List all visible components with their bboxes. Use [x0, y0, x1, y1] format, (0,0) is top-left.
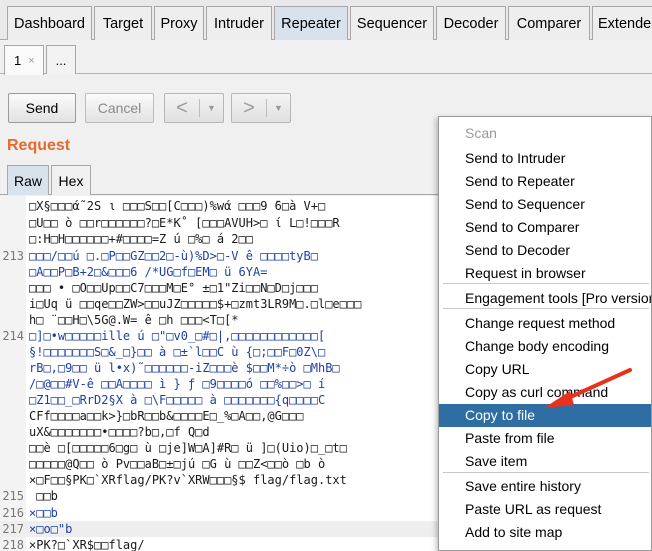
line-text: □□b: [29, 489, 58, 503]
line-number: 216: [2, 506, 24, 520]
menu-item-scan: Scan: [465, 125, 497, 141]
tab-comparer[interactable]: Comparer: [508, 6, 590, 40]
tab-decoder[interactable]: Decoder: [436, 6, 506, 40]
line-text: □□□/□□ú □.□P□□GZ□□2□-ù)%D>□-V ê □□□□tyB□: [29, 249, 318, 263]
line-text: □□□□□@Q□□ ò Pv□□aB□±□jú □G ù □□Z<□□ò □b …: [29, 457, 326, 471]
menu-separator: [443, 283, 649, 284]
line-text: ×PK?□`XR$□□flag/: [29, 538, 145, 551]
subtab-1-label: 1: [14, 53, 22, 68]
line-text: □Z1□□_□RrD2§X à □\F□□□□□ à □□□□□□□{q□□□□…: [29, 393, 326, 407]
menu-item-change-request-method[interactable]: Change request method: [439, 312, 651, 335]
menu-item-engagement-tools-pro-version-only[interactable]: Engagement tools [Pro version only]: [439, 287, 651, 310]
menu-item-send-to-decoder[interactable]: Send to Decoder: [439, 239, 651, 262]
line-text: □□è □[□□□□□6□g□ ù □je]W□A]#R□ ü ]□(Uio)□…: [29, 441, 347, 455]
line-text: uX&□□□□□□□•□□□□?b□,□f Q□d: [29, 425, 210, 439]
line-text: □]□•w□□□□□ille ú □"□v0_□#□|,□□□□□□□□□□□□…: [29, 329, 326, 343]
tab-raw[interactable]: Raw: [7, 165, 49, 195]
request-title: Request: [7, 137, 71, 154]
tab-target[interactable]: Target: [94, 6, 152, 40]
menu-item-copy-to-file[interactable]: Copy to file: [439, 404, 651, 427]
menu-item-send-to-comparer[interactable]: Send to Comparer: [439, 216, 651, 239]
menu-separator: [443, 308, 649, 309]
context-menu: Scan Send to Intruder Send to Repeater Send…: [438, 116, 652, 551]
menu-item-send-to-intruder[interactable]: Send to Intruder: [439, 147, 651, 170]
line-text: □□□ • □O□□Up□□C7□□□M□E° ±□1"Zi□□N□D□j□□□: [29, 281, 318, 295]
menu-item-send-to-repeater[interactable]: Send to Repeater: [439, 170, 651, 193]
tab-dashboard[interactable]: Dashboard: [7, 6, 92, 40]
line-text: □:H□H□□□□□□+#□□□□=Z ú □%□ á 2□□: [29, 232, 253, 246]
menu-item-save-item[interactable]: Save item: [439, 450, 651, 473]
chevron-down-icon[interactable]: ▼: [267, 103, 290, 113]
line-number: 215: [2, 489, 24, 503]
line-text: □U□□ ò □□r□□□□□□?□E*K˚ [□□□AVUH>□ ί L□!□…: [29, 216, 340, 230]
subtab-new[interactable]: ...: [46, 45, 76, 74]
line-text: ×□F□□§PK□`XRflag/PK?v`XRW□□□§$ flag/flag…: [29, 473, 347, 487]
menu-item-send-to-sequencer[interactable]: Send to Sequencer: [439, 193, 651, 216]
line-number: 214: [2, 329, 24, 343]
line-text: CFf□□□□a□□k>}□bR□□b&□□□□E□_%□A□□,@G□□□: [29, 409, 304, 423]
tab-extender[interactable]: Extender: [592, 6, 652, 40]
repeater-subtab-bar: 1 × ...: [0, 41, 652, 75]
menu-separator: [443, 472, 649, 473]
menu-item-save-entire-history[interactable]: Save entire history: [439, 475, 651, 498]
line-text: i□Uq ü □□qe□□ZW>□□uJZ□□□□□$+□zmt3LR9M□.□…: [29, 297, 362, 311]
menu-item-add-to-site-map[interactable]: Add to site map: [439, 521, 651, 544]
line-number: 218: [2, 538, 24, 551]
menu-item-change-body-encoding[interactable]: Change body encoding: [439, 335, 651, 358]
tab-intruder[interactable]: Intruder: [206, 6, 272, 40]
line-text: ×□o□"b: [29, 522, 73, 536]
menu-item-copy-url[interactable]: Copy URL: [439, 358, 651, 381]
subtab-1[interactable]: 1 ×: [4, 45, 44, 75]
menu-item-copy-as-curl-command[interactable]: Copy as curl command: [439, 381, 651, 404]
cancel-button[interactable]: Cancel: [85, 93, 154, 123]
line-text: rB□,□9□□ ü l•x)˜□□□□□□-iZ□□□è $□□M*÷ò □M…: [29, 361, 340, 375]
close-icon[interactable]: ×: [28, 55, 34, 67]
main-tab-bar: Dashboard Target Proxy Intruder Repeater…: [0, 0, 652, 40]
back-button[interactable]: < ▼: [164, 93, 224, 123]
tab-proxy[interactable]: Proxy: [154, 6, 204, 40]
menu-item-paste-url-as-request[interactable]: Paste URL as request: [439, 498, 651, 521]
chevron-right-icon: >: [243, 96, 255, 119]
line-text: □X§□□□ά˜2S ι □□□S□□[C□□□)%wά □□□9 ̈6□à V…: [29, 199, 326, 213]
send-button[interactable]: Send: [8, 93, 76, 123]
line-text: □A□□P□B+2□&□□□6 /*UG□f□EM□ ü 6YA=: [29, 265, 268, 279]
line-text: /□@□□#V-ê □□A□□□□ ì } ƒ □9□□□□ó □□%□□>□ …: [29, 377, 326, 391]
line-text: §!□□□□□□□S□&_□}□□ à □±`l□□C ù {□;□□F□0Z\…: [29, 345, 326, 359]
tab-sequencer[interactable]: Sequencer: [350, 6, 434, 40]
line-number: 213: [2, 249, 24, 263]
line-number: 217: [2, 522, 24, 536]
line-text: ×□□b: [29, 506, 58, 520]
chevron-down-icon[interactable]: ▼: [200, 103, 223, 113]
menu-item-paste-from-file[interactable]: Paste from file: [439, 427, 651, 450]
line-text: h□ ̈ □□H□\5G@.W= ê □h □□□<T□[*: [29, 313, 239, 327]
chevron-left-icon: <: [176, 96, 188, 119]
tab-hex[interactable]: Hex: [51, 165, 91, 195]
forward-button[interactable]: > ▼: [231, 93, 291, 123]
tab-repeater[interactable]: Repeater: [274, 6, 348, 40]
menu-item-request-in-browser[interactable]: Request in browser: [439, 262, 651, 285]
